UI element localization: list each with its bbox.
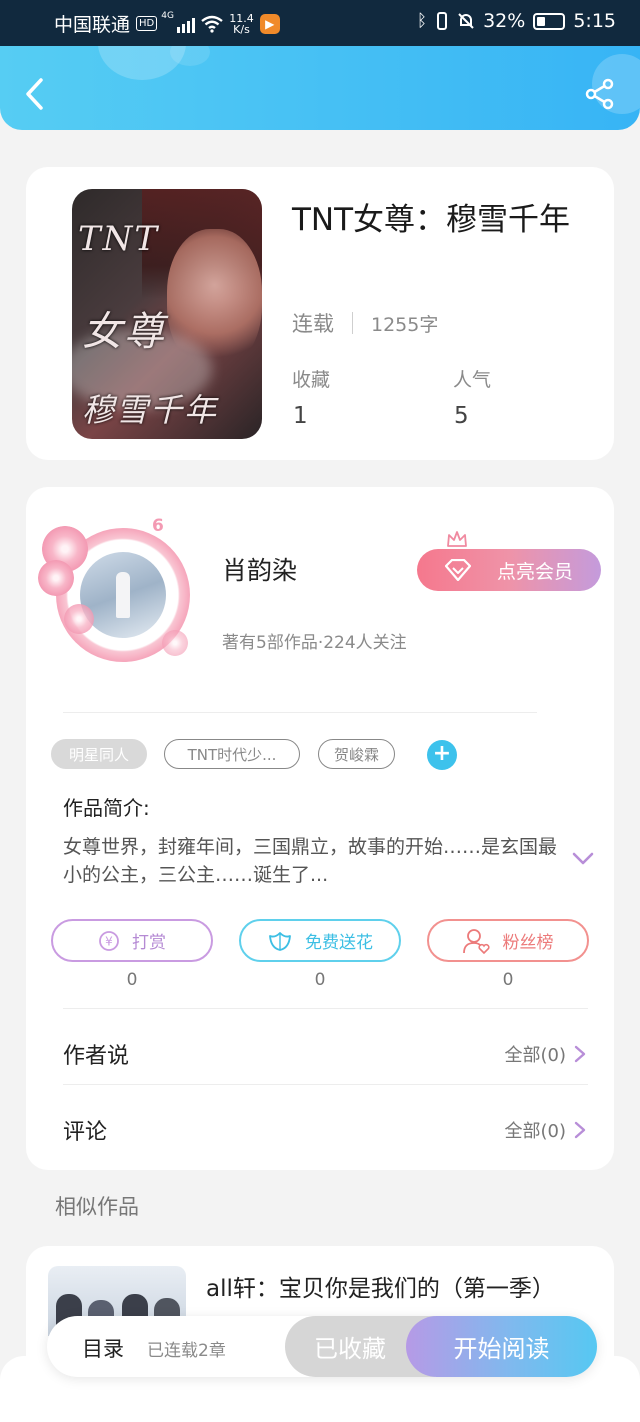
cover-text-line3: 穆雪千年: [82, 391, 219, 429]
popularity-count: 5: [454, 403, 469, 429]
flower-icon: [269, 931, 291, 951]
book-word-count: 1255字: [371, 313, 439, 336]
user-heart-icon: [462, 928, 490, 954]
author-avatar[interactable]: [38, 520, 194, 670]
reward-label: 打赏: [132, 933, 166, 953]
author-name[interactable]: 肖韵染: [222, 551, 297, 587]
tag-item[interactable]: 明星同人: [51, 739, 147, 769]
vip-button-label: 点亮会员: [496, 560, 573, 583]
similar-work-title[interactable]: all轩：宝贝你是我们的（第一季）: [206, 1269, 555, 1303]
book-status: 连载: [292, 312, 334, 336]
clock: 5:15: [573, 10, 616, 32]
yen-coin-icon: ¥: [99, 930, 119, 951]
bluetooth-icon: ᛒ: [416, 11, 428, 31]
author-level-badge: 6: [152, 516, 164, 536]
chevron-right-icon: [574, 1045, 586, 1063]
crown-icon: [447, 531, 467, 547]
comments-all-link[interactable]: 全部(0): [505, 1117, 587, 1143]
favorited-label: 已收藏: [314, 1335, 386, 1363]
intro-heading: 作品简介:: [63, 796, 150, 820]
signal-icon: 4G: [161, 11, 196, 33]
chevron-down-icon[interactable]: [571, 850, 595, 868]
reward-button[interactable]: ¥ 打赏: [51, 919, 213, 962]
app-notification-icon: ▶: [259, 13, 280, 34]
network-label: 4G: [161, 10, 174, 21]
tag-item[interactable]: 贺峻霖: [318, 739, 395, 769]
author-says-all-link[interactable]: 全部(0): [505, 1041, 587, 1067]
author-says-label[interactable]: 作者说: [63, 1038, 129, 1070]
intro-text: 女尊世界，封雍年间，三国鼎立，故事的开始……是玄国最小的公主，三公主……诞生了.…: [63, 836, 558, 886]
top-header: [0, 46, 640, 130]
start-reading-button[interactable]: 开始阅读: [406, 1316, 597, 1377]
add-tag-button[interactable]: +: [427, 740, 457, 770]
send-flower-label: 免费送花: [305, 933, 373, 953]
vip-button[interactable]: 点亮会员: [417, 549, 601, 591]
battery-icon: [533, 12, 566, 30]
cover-text-line1: TNT: [78, 219, 160, 259]
favorites-label: 收藏: [292, 369, 331, 391]
comments-label[interactable]: 评论: [63, 1114, 107, 1146]
divider: [63, 1008, 588, 1009]
share-button[interactable]: [584, 78, 616, 110]
hd-badge: HD: [136, 16, 158, 31]
tag-item[interactable]: TNT时代少...: [164, 739, 300, 769]
status-bar: 中国联通 HD 4G 11.4 K/s ▶ ᛒ 32% 5:15: [0, 0, 640, 46]
chevron-right-icon: [574, 1121, 586, 1139]
diamond-icon: [445, 559, 471, 581]
author-stats: 著有5部作品·224人关注: [222, 633, 407, 653]
carrier-label: 中国联通: [54, 14, 131, 36]
book-meta: 连载 1255字: [292, 308, 438, 338]
favorites-count: 1: [293, 403, 308, 429]
reward-count: 0: [126, 970, 138, 990]
cover-text-line2: 女尊: [82, 309, 166, 355]
vibrate-icon: [437, 12, 448, 30]
send-flower-button[interactable]: 免费送花: [239, 919, 401, 962]
svg-text:¥: ¥: [105, 934, 113, 948]
chapter-count: 已连载2章: [147, 1341, 226, 1361]
fans-count: 0: [502, 970, 514, 990]
back-button[interactable]: [22, 76, 48, 112]
book-cover[interactable]: TNT 女尊 穆雪千年: [72, 189, 262, 439]
popularity-label: 人气: [453, 369, 492, 391]
author-says-count: 全部(0): [504, 1045, 567, 1066]
fans-ranking-button[interactable]: 粉丝榜: [427, 919, 589, 962]
comments-count: 全部(0): [504, 1121, 567, 1142]
start-reading-label: 开始阅读: [453, 1335, 550, 1363]
toc-button[interactable]: 目录: [82, 1333, 124, 1363]
meta-divider: [352, 312, 353, 334]
speed-unit: K/s: [233, 22, 250, 36]
mute-bell-icon: [458, 13, 474, 29]
divider: [63, 1084, 588, 1085]
flower-count: 0: [314, 970, 326, 990]
fans-ranking-label: 粉丝榜: [502, 933, 554, 953]
similar-works-heading: 相似作品: [55, 1195, 139, 1219]
battery-percent: 32%: [483, 10, 526, 32]
divider: [63, 712, 537, 713]
wifi-icon: [201, 15, 223, 33]
book-title: TNT女尊：穆雪千年: [292, 202, 571, 238]
network-speed: 11.4 K/s: [229, 13, 254, 35]
